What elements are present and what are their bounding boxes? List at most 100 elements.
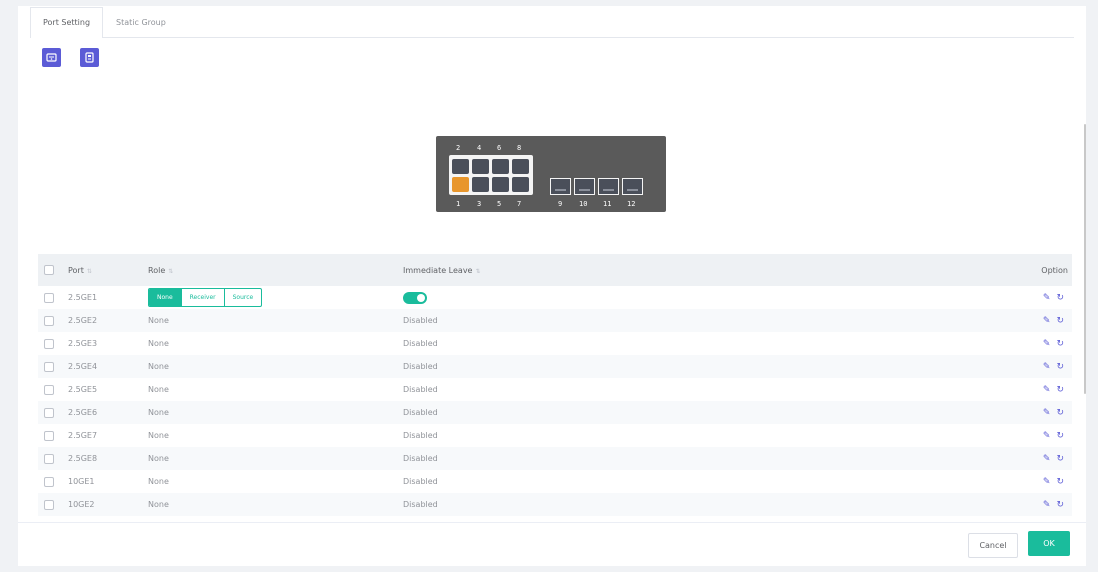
table-row: 2.5GE1 None Receiver Source ✎ ↻ xyxy=(38,286,1072,309)
port-6[interactable] xyxy=(492,159,509,174)
reset-icon[interactable]: ↻ xyxy=(1056,362,1064,372)
port-label-10: 10 xyxy=(579,200,588,208)
port-1[interactable] xyxy=(452,177,469,192)
role-cell: None xyxy=(148,362,169,371)
table-row: 2.5GE7 None Disabled ✎ ↻ xyxy=(38,424,1072,447)
role-cell: None xyxy=(148,408,169,417)
port-3[interactable] xyxy=(472,177,489,192)
port-10[interactable] xyxy=(574,178,595,195)
sort-icon[interactable]: ⇅ xyxy=(87,268,92,275)
port-cell: 10GE1 xyxy=(68,477,95,486)
port-5[interactable] xyxy=(492,177,509,192)
scrollbar[interactable] xyxy=(1084,124,1086,394)
select-all-checkbox[interactable] xyxy=(44,265,54,275)
reset-icon[interactable]: ↻ xyxy=(1056,500,1064,510)
row-checkbox[interactable] xyxy=(44,338,54,349)
row-checkbox[interactable] xyxy=(44,361,54,372)
port-label-9: 9 xyxy=(558,200,563,208)
sort-icon[interactable]: ⇅ xyxy=(168,268,173,275)
router-icon xyxy=(46,53,57,62)
tab-static-group[interactable]: Static Group xyxy=(103,7,179,37)
port-label-8: 8 xyxy=(517,144,522,152)
option-cell: ✎ ↻ xyxy=(863,309,1072,332)
port-11[interactable] xyxy=(598,178,619,195)
row-checkbox[interactable] xyxy=(44,476,54,487)
immediate-leave-cell: Disabled xyxy=(403,339,438,348)
port-12[interactable] xyxy=(622,178,643,195)
table-row: 2.5GE2 None Disabled ✎ ↻ xyxy=(38,309,1072,332)
row-checkbox[interactable] xyxy=(44,384,54,395)
edit-icon[interactable]: ✎ xyxy=(1043,408,1051,418)
table-row: 2.5GE3 None Disabled ✎ ↻ xyxy=(38,332,1072,355)
rj45-port-block xyxy=(449,155,533,195)
port-9[interactable] xyxy=(550,178,571,195)
immediate-leave-cell: Disabled xyxy=(403,316,438,325)
table-row: 2.5GE8 None Disabled ✎ ↻ xyxy=(38,447,1072,470)
port-cell: 2.5GE2 xyxy=(68,316,98,325)
role-cell: None xyxy=(148,500,169,509)
reset-icon[interactable]: ↻ xyxy=(1056,408,1064,418)
ok-button[interactable]: OK xyxy=(1028,531,1070,556)
option-cell: ✎ ↻ xyxy=(863,424,1072,447)
port-cell: 2.5GE4 xyxy=(68,362,98,371)
immediate-leave-cell: Disabled xyxy=(403,431,438,440)
option-cell: ✎ ↻ xyxy=(863,470,1072,493)
table-header-row: Port ⇅ Role ⇅ Immediate Leave ⇅ Option xyxy=(38,254,1072,286)
immediate-leave-column-header[interactable]: Immediate Leave ⇅ xyxy=(403,254,863,286)
reset-icon[interactable]: ↻ xyxy=(1056,339,1064,349)
port-table: Port ⇅ Role ⇅ Immediate Leave ⇅ Option 2.5G… xyxy=(38,254,1072,516)
table-row: 2.5GE4 None Disabled ✎ ↻ xyxy=(38,355,1072,378)
option-cell: ✎ ↻ xyxy=(863,493,1072,516)
port-cell: 2.5GE8 xyxy=(68,454,98,463)
row-checkbox[interactable] xyxy=(44,407,54,418)
port-label-1: 1 xyxy=(456,200,461,208)
reset-icon[interactable]: ↻ xyxy=(1056,477,1064,487)
edit-icon[interactable]: ✎ xyxy=(1043,385,1051,395)
tab-port-setting[interactable]: Port Setting xyxy=(30,7,104,38)
edit-icon[interactable]: ✎ xyxy=(1043,293,1051,303)
edit-icon[interactable]: ✎ xyxy=(1043,316,1051,326)
row-checkbox[interactable] xyxy=(44,315,54,326)
tab-bar: Port Setting Static Group xyxy=(30,6,1074,38)
edit-icon[interactable]: ✎ xyxy=(1043,454,1051,464)
switch-view-button[interactable] xyxy=(80,48,99,67)
reset-icon[interactable]: ↻ xyxy=(1056,431,1064,441)
edit-icon[interactable]: ✎ xyxy=(1043,362,1051,372)
cancel-button[interactable]: Cancel xyxy=(968,533,1018,558)
reset-icon[interactable]: ↻ xyxy=(1056,293,1064,303)
reset-icon[interactable]: ↻ xyxy=(1056,385,1064,395)
role-column-header[interactable]: Role ⇅ xyxy=(148,254,403,286)
port-4[interactable] xyxy=(472,159,489,174)
edit-icon[interactable]: ✎ xyxy=(1043,431,1051,441)
role-receiver-button[interactable]: Receiver xyxy=(180,289,224,306)
port-label-2: 2 xyxy=(456,144,461,152)
port-2[interactable] xyxy=(452,159,469,174)
role-source-button[interactable]: Source xyxy=(223,289,262,306)
option-column-header: Option xyxy=(1041,265,1068,275)
row-checkbox[interactable] xyxy=(44,292,54,303)
option-cell: ✎ ↻ xyxy=(863,286,1072,309)
sort-icon[interactable]: ⇅ xyxy=(475,268,480,275)
port-label-7: 7 xyxy=(517,200,522,208)
port-8[interactable] xyxy=(512,159,529,174)
role-none-button[interactable]: None xyxy=(149,289,181,306)
row-checkbox[interactable] xyxy=(44,430,54,441)
router-view-button[interactable] xyxy=(42,48,61,67)
immediate-leave-cell: Disabled xyxy=(403,362,438,371)
row-checkbox[interactable] xyxy=(44,499,54,510)
reset-icon[interactable]: ↻ xyxy=(1056,316,1064,326)
immediate-leave-cell xyxy=(403,286,863,309)
port-setting-panel: Port Setting Static Group 2 4 6 8 1 3 5 … xyxy=(18,6,1086,566)
edit-icon[interactable]: ✎ xyxy=(1043,339,1051,349)
immediate-leave-toggle[interactable] xyxy=(403,291,427,304)
edit-icon[interactable]: ✎ xyxy=(1043,500,1051,510)
switch-icon xyxy=(85,52,94,63)
port-cell: 10GE2 xyxy=(68,500,95,509)
role-cell: None xyxy=(148,431,169,440)
port-7[interactable] xyxy=(512,177,529,192)
port-column-header[interactable]: Port ⇅ xyxy=(68,254,148,286)
row-checkbox[interactable] xyxy=(44,453,54,464)
port-label-5: 5 xyxy=(497,200,502,208)
reset-icon[interactable]: ↻ xyxy=(1056,454,1064,464)
edit-icon[interactable]: ✎ xyxy=(1043,477,1051,487)
